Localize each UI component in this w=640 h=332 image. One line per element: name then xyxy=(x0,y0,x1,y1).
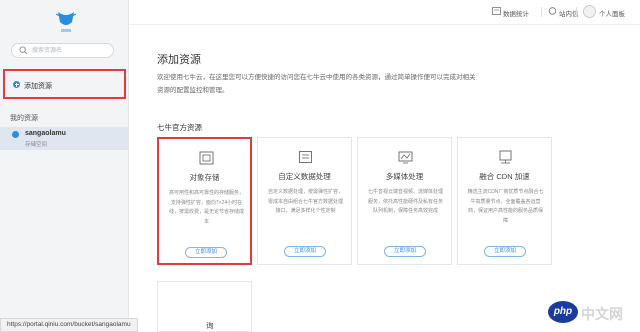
add-now-button[interactable]: 立即添加 xyxy=(484,246,526,257)
bucket-item[interactable]: sangaolamu 存储空间 xyxy=(0,127,128,150)
search-input[interactable] xyxy=(32,45,110,56)
avatar[interactable] xyxy=(583,5,596,18)
card-title-partial: 询 xyxy=(206,321,214,330)
add-icon xyxy=(13,81,20,88)
add-now-button[interactable]: 立即添加 xyxy=(185,247,227,258)
card-desc: 自定义数据处理，按需弹性扩容，零成本自由组合七牛官方数据处理接口，满足多样化个性… xyxy=(267,189,343,214)
search-box[interactable] xyxy=(11,43,114,58)
bucket-icon xyxy=(12,131,19,138)
divider xyxy=(541,7,542,17)
card-title: 融合 CDN 加速 xyxy=(479,172,530,181)
bucket-type: 存储空间 xyxy=(25,142,48,148)
divider xyxy=(576,7,577,17)
card-title: 多媒体处理 xyxy=(385,172,424,181)
watermark-text: 中文网 xyxy=(581,306,623,322)
add-resource-label: 添加资源 xyxy=(24,83,52,90)
card-partial[interactable]: 询 xyxy=(157,281,252,332)
section-title: 七牛官方资源 xyxy=(157,123,202,132)
qiniu-logo[interactable] xyxy=(52,8,80,34)
status-bar-url: https://portal.qiniu.com/bucket/sangaola… xyxy=(0,318,138,332)
card-custom-data-processing[interactable]: 自定义数据处理 自定义数据处理，按需弹性扩容，零成本自由组合七牛官方数据处理接口… xyxy=(257,137,352,265)
bucket-name: sangaolamu xyxy=(25,130,66,137)
card-desc: 精选主流CDN厂商优质节点融合七牛高质量节点，全面覆盖各运营商，保证用户高性能的… xyxy=(467,189,544,224)
card-title: 自定义数据处理 xyxy=(278,172,331,181)
user-panel-link[interactable]: 个人面板 xyxy=(599,8,625,18)
watermark-logo: php xyxy=(548,301,578,323)
sidebar: 添加资源 我的资源 sangaolamu 存储空间 xyxy=(0,0,129,332)
media-icon xyxy=(398,151,413,164)
card-cdn[interactable]: 融合 CDN 加速 精选主流CDN厂商优质节点融合七牛高质量节点，全面覆盖各运营… xyxy=(457,137,552,265)
stats-link[interactable]: 数据统计 xyxy=(503,8,529,18)
processing-icon xyxy=(299,151,312,163)
card-object-storage[interactable]: 对象存储 高可用性和高可靠性的存储服务，支持弹性扩容，面向7×24小时在线，按需… xyxy=(157,137,252,265)
my-resources-heading: 我的资源 xyxy=(10,115,38,122)
stats-icon xyxy=(492,7,501,15)
card-desc: 七牛音视云端音视频、流媒体处理服务，依托高性能硬件及私有任务队列机制，保障任务高… xyxy=(367,189,443,214)
card-title: 对象存储 xyxy=(189,173,220,182)
add-now-button[interactable]: 立即添加 xyxy=(284,246,326,257)
intro-text: 欢迎使用七牛云，在这里您可以方便快捷的访问您在七牛云中使用的各类资源，通过简单操… xyxy=(157,74,476,94)
card-desc: 高可用性和高可靠性的存储服务，支持弹性扩容，面向7×24小时在线，按需收费，是无… xyxy=(168,190,244,225)
watermark: php 中文网 xyxy=(548,300,638,328)
search-icon xyxy=(19,46,28,55)
top-bar: 数据统计 站内信 个人面板 xyxy=(129,0,640,25)
card-media-processing[interactable]: 多媒体处理 七牛音视云端音视频、流媒体处理服务，依托高性能硬件及私有任务队列机制… xyxy=(357,137,452,265)
add-resource-item[interactable]: 添加资源 xyxy=(3,69,126,99)
message-icon xyxy=(548,7,557,15)
page-title: 添加资源 xyxy=(157,54,201,66)
storage-icon xyxy=(199,151,214,165)
add-now-button[interactable]: 立即添加 xyxy=(384,246,426,257)
cdn-icon xyxy=(499,150,512,164)
